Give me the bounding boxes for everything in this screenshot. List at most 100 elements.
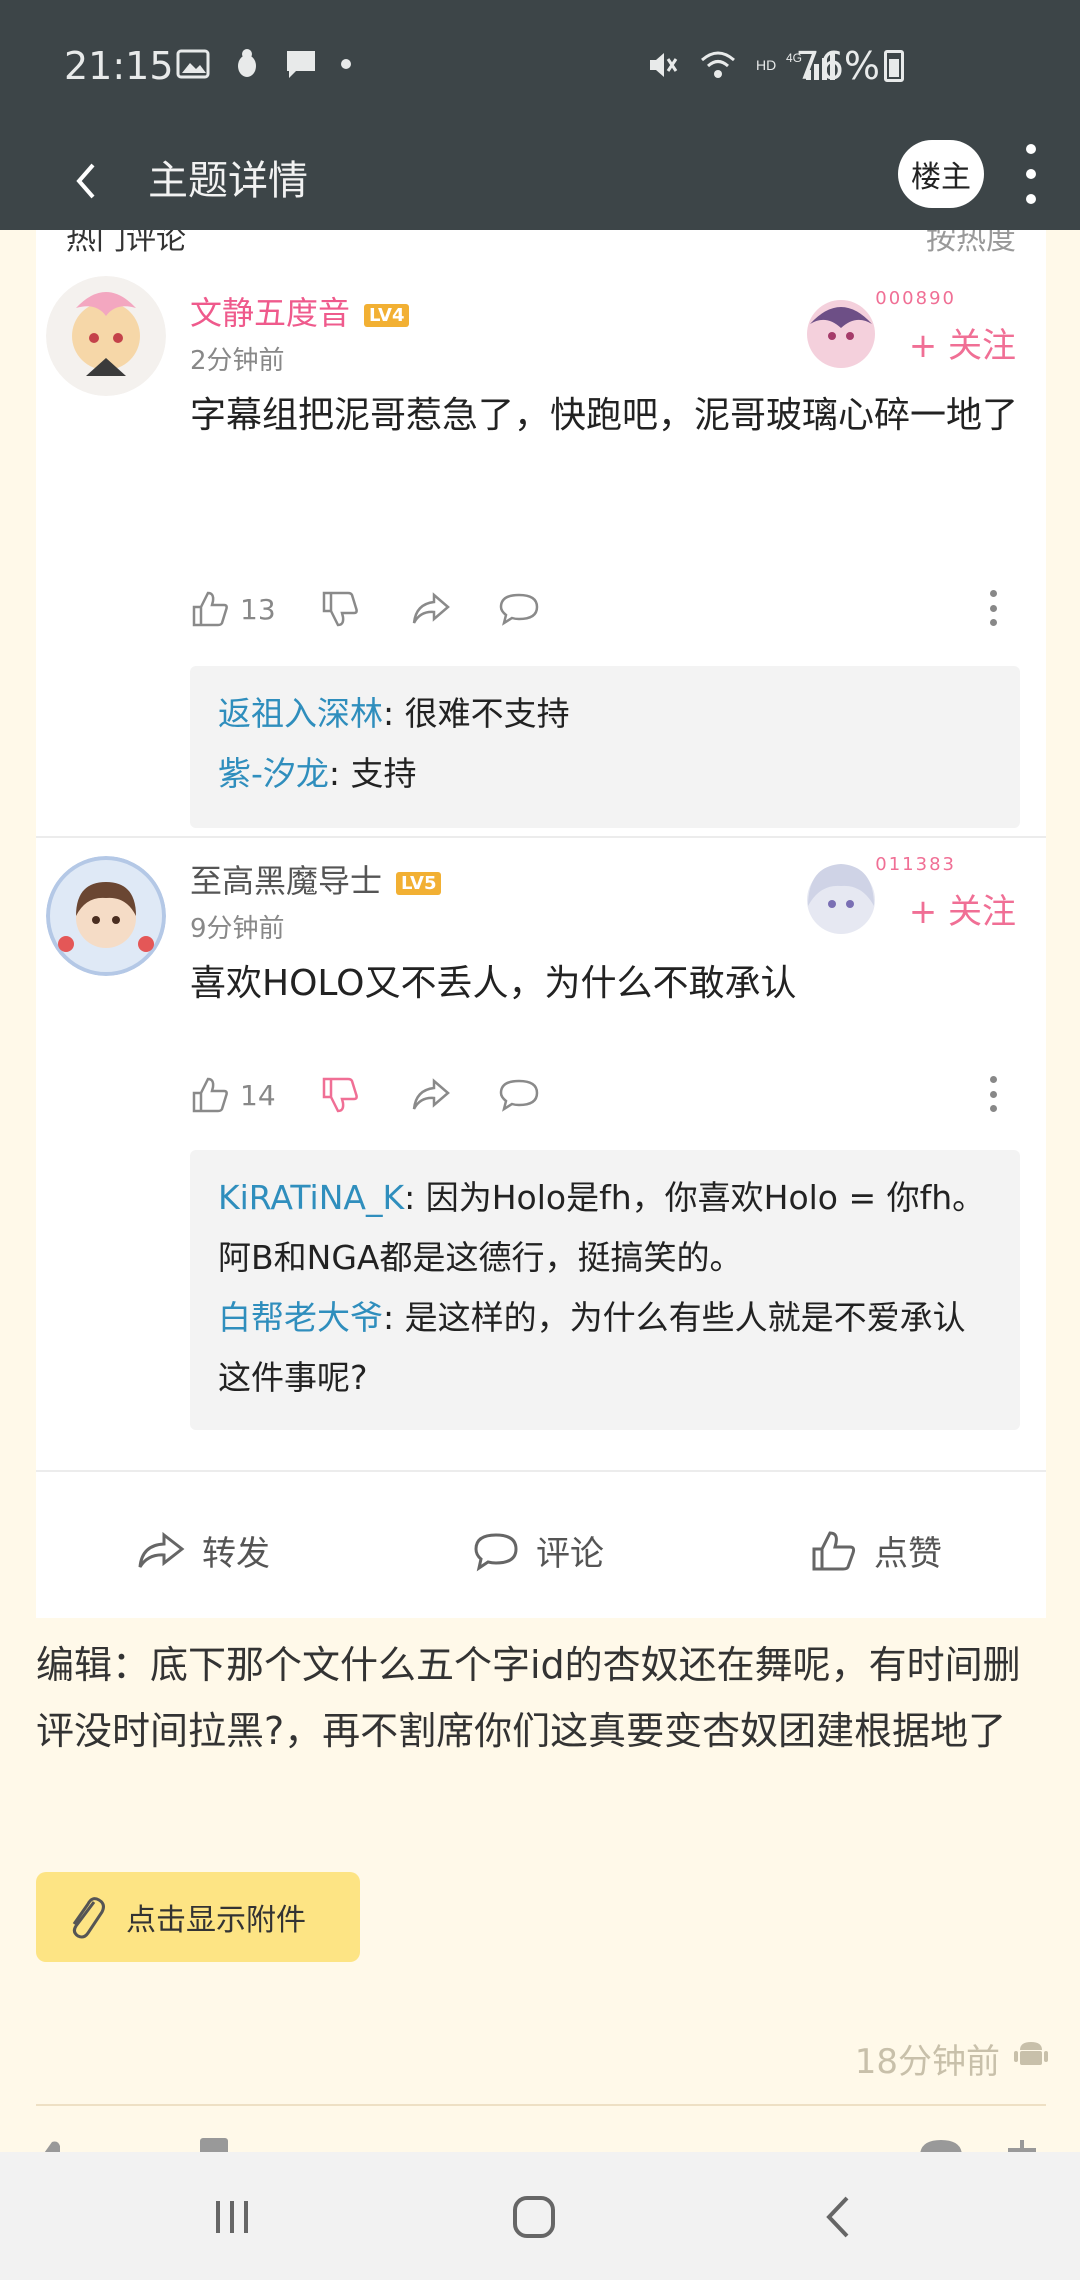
reply-text: : 支持	[328, 754, 417, 793]
speech-bubble-icon	[474, 1532, 518, 1571]
share-button[interactable]	[410, 1070, 452, 1120]
chevron-left-icon	[76, 163, 95, 199]
more-menu-button[interactable]	[1016, 144, 1046, 204]
avatar[interactable]	[46, 856, 166, 976]
show-attachment-button[interactable]: 点击显示附件	[36, 1872, 360, 1962]
chevron-left-icon	[826, 2196, 849, 2238]
reply-item[interactable]: 返祖入深林: 很难不支持	[218, 684, 992, 744]
android-icon	[1014, 2042, 1048, 2065]
more-dot	[990, 1076, 997, 1083]
level-badge: LV5	[396, 871, 442, 895]
recents-icon	[216, 2201, 248, 2233]
reply-button[interactable]	[498, 1070, 540, 1120]
post-edit-text: 编辑：底下那个文什么五个字id的杏奴还在舞呢，有时间删评没时间拉黑?，再不割席你…	[36, 1643, 1021, 1753]
post-actions-bar: 转发 评论 点赞	[36, 1494, 1046, 1618]
reply-username[interactable]: 白帮老大爷	[218, 1298, 383, 1337]
avatar-image	[46, 856, 166, 976]
comment-username[interactable]: 文静五度音 LV4	[190, 288, 410, 334]
page-title: 主题详情	[148, 158, 308, 204]
thumbs-down-icon	[322, 591, 358, 627]
comment-actions: 14	[190, 1070, 1020, 1120]
thumbs-down-icon	[200, 2138, 228, 2152]
actions-divider	[36, 1470, 1046, 1472]
thumbs-up-icon	[192, 1077, 228, 1113]
speech-bubble-icon	[499, 1079, 539, 1112]
reply-username[interactable]: KiRATiNA_K	[218, 1178, 404, 1217]
speech-bubble-icon	[499, 593, 539, 626]
username-text: 至高黑魔导士	[190, 862, 383, 900]
follow-button[interactable]: + 关注	[909, 884, 1016, 933]
next-post-actions-partial	[36, 2132, 1046, 2152]
reply-username[interactable]: 返祖入深林	[218, 694, 383, 733]
attachment-label: 点击显示附件	[126, 1903, 306, 1938]
home-icon	[513, 2196, 555, 2238]
more-dot	[1026, 144, 1036, 154]
like-label: 点赞	[874, 1534, 942, 1574]
dislike-button[interactable]	[320, 584, 360, 634]
like-post-button[interactable]: 点赞	[810, 1526, 942, 1575]
dislike-button[interactable]	[320, 1070, 360, 1120]
system-nav-bar	[0, 2152, 1080, 2280]
bug-icon	[238, 49, 256, 77]
more-dot	[1026, 169, 1036, 179]
comment-more-button[interactable]	[990, 1076, 1000, 1112]
badge-avatar-decoration	[807, 300, 875, 368]
battery-percent: 76%	[795, 44, 880, 88]
thumbs-up-icon	[812, 1530, 856, 1570]
recents-button[interactable]	[192, 2182, 272, 2252]
like-count: 13	[240, 592, 276, 626]
thumbs-up-icon	[192, 591, 228, 627]
chat-icon	[287, 51, 315, 78]
comment-button[interactable]: 评论	[472, 1526, 604, 1575]
sort-by-hot[interactable]: 按热度	[926, 230, 1016, 258]
like-button[interactable]: 14	[190, 1070, 276, 1120]
post-card: 热门评论 按热度 文静五度音 LV4 2分钟前 000890 + 关注 字幕组把泥…	[36, 230, 1046, 1618]
svg-text:HD: HD	[756, 57, 776, 73]
reply-text: : 很难不支持	[383, 694, 570, 733]
comment-label: 评论	[536, 1534, 604, 1574]
comment-actions: 13	[190, 584, 1020, 634]
comment-item: 至高黑魔导士 LV5 9分钟前 011383 + 关注 喜欢HOLO又不丢人，为什…	[36, 850, 1046, 1500]
op-only-button[interactable]: 楼主	[898, 140, 984, 208]
speech-bubble-icon	[920, 2140, 962, 2152]
post-footer-divider	[36, 2104, 1046, 2106]
status-time: 21:15	[64, 44, 174, 88]
share-arrow-icon	[138, 1531, 185, 1568]
comment-text: 字幕组把泥哥惹急了，快跑吧，泥哥玻璃心碎一地了	[190, 395, 1019, 436]
reply-item[interactable]: 紫-汐龙: 支持	[218, 744, 992, 804]
post-time: 18分钟前	[854, 2042, 1000, 2082]
share-arrow-icon	[412, 1078, 450, 1110]
reply-button[interactable]	[498, 584, 540, 634]
badge-number: 000890	[875, 288, 956, 309]
more-dot	[990, 590, 997, 597]
reply-box: 返祖入深林: 很难不支持 紫-汐龙: 支持	[190, 666, 1020, 828]
dot-icon	[341, 59, 351, 69]
more-dot	[990, 619, 997, 626]
battery-icon	[884, 50, 904, 82]
share-arrow-icon	[412, 592, 450, 624]
reply-item[interactable]: 白帮老大爷: 是这样的，为什么有些人就是不爱承认这件事呢?	[218, 1288, 992, 1408]
share-button[interactable]	[410, 584, 452, 634]
paperclip-icon	[72, 1897, 105, 1939]
follow-button[interactable]: + 关注	[909, 318, 1016, 367]
wifi-icon	[701, 51, 735, 78]
mute-icon	[650, 53, 678, 77]
system-back-button[interactable]	[798, 2182, 878, 2252]
badge-number: 011383	[875, 854, 956, 875]
avatar[interactable]	[46, 276, 166, 396]
more-dot	[990, 604, 997, 612]
thumbs-down-icon	[322, 1077, 358, 1113]
back-button[interactable]	[50, 146, 120, 216]
home-button[interactable]	[494, 2182, 574, 2252]
image-icon	[176, 49, 210, 79]
comment-username[interactable]: 至高黑魔导士 LV5	[190, 856, 442, 902]
more-dot	[990, 1090, 997, 1098]
like-button[interactable]: 13	[190, 584, 276, 634]
repost-button[interactable]: 转发	[136, 1526, 270, 1575]
comment-more-button[interactable]	[990, 590, 1000, 626]
reply-username[interactable]: 紫-汐龙	[218, 754, 329, 793]
reply-item[interactable]: KiRATiNA_K: 因为Holo是fh，你喜欢Holo = 你fh。阿B和N…	[218, 1168, 992, 1288]
app-bar: 主题详情 楼主	[0, 130, 1080, 230]
username-text: 文静五度音	[190, 294, 351, 332]
thumbs-up-icon	[44, 2141, 60, 2152]
